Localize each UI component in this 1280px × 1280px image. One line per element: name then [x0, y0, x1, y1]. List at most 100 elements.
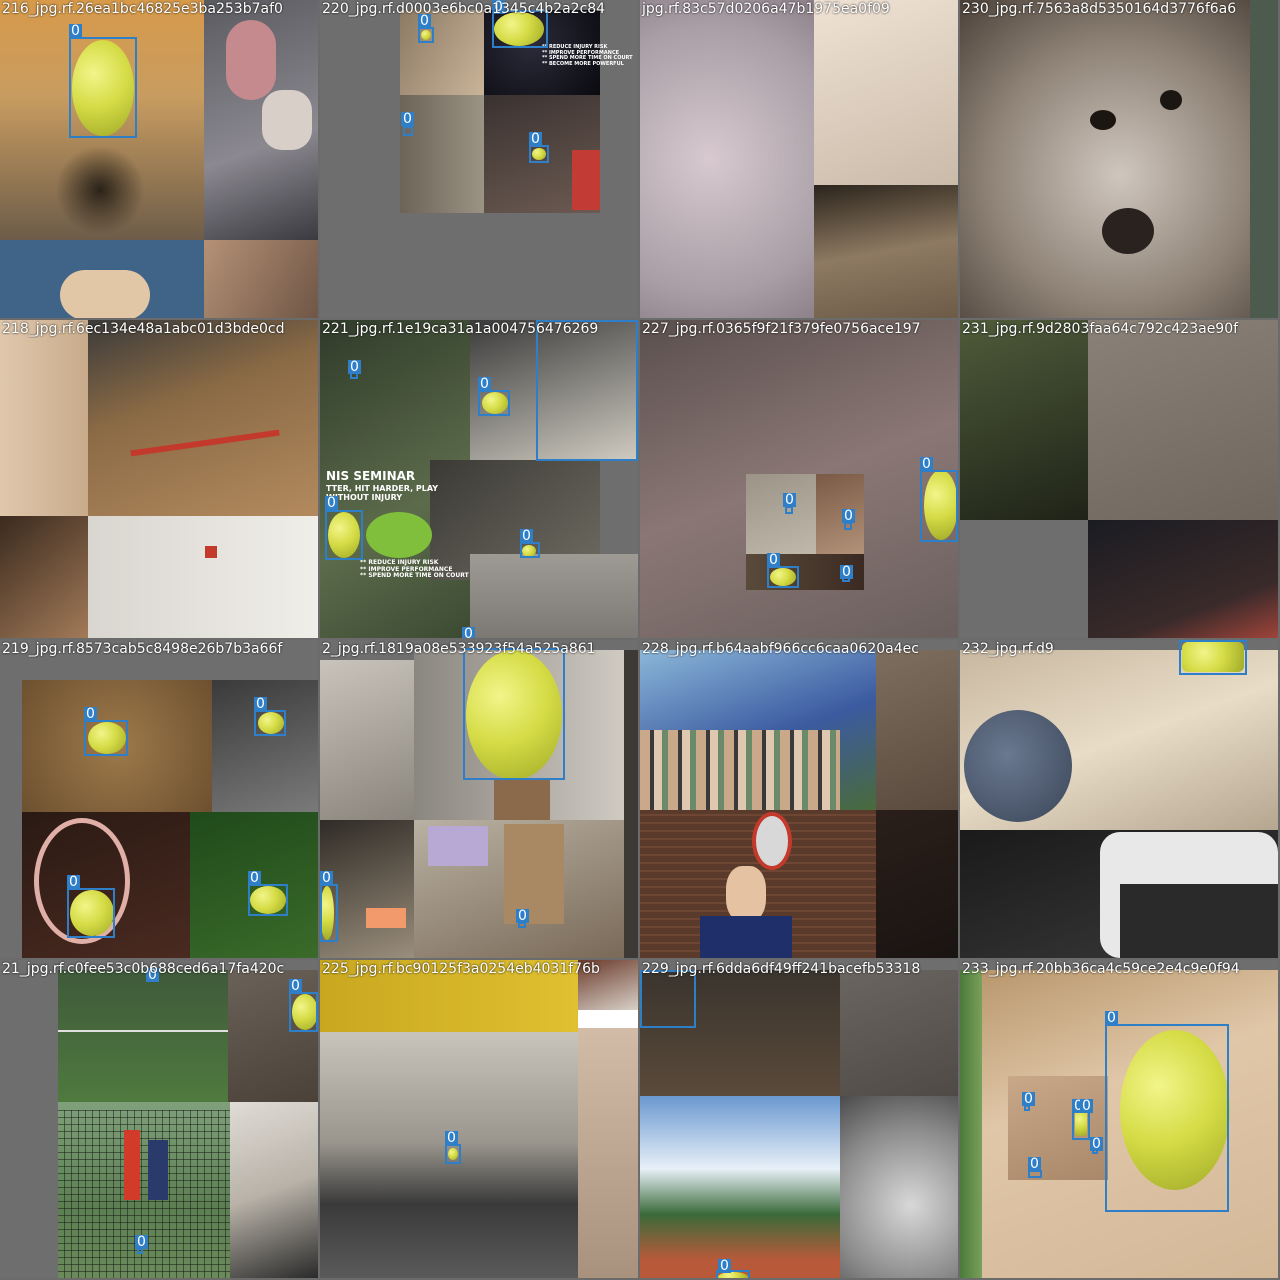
- detection-class-label: 0: [783, 492, 796, 508]
- photo-panel: [640, 0, 814, 318]
- detection-box: [69, 37, 137, 138]
- detection-box: [536, 320, 638, 461]
- mosaic-tile-220: ** REDUCE INJURY RISK ** IMPROVE PERFORM…: [320, 0, 638, 318]
- detection-box: [254, 710, 286, 736]
- red-box: [572, 150, 600, 210]
- detection-class-label: 0: [67, 874, 80, 890]
- image-filename: 227_jpg.rf.0365f9f21f379fe0756ace197: [642, 321, 921, 337]
- green-badge: [366, 512, 432, 558]
- image-filename: 221_jpg.rf.1e19ca31a1a004756476269: [322, 321, 599, 337]
- poster-text: ** REDUCE INJURY RISK ** IMPROVE PERFORM…: [360, 559, 469, 580]
- detection-box: [920, 470, 958, 542]
- image-filename: 230_jpg.rf.7563a8d5350164d3776f6a6: [962, 1, 1237, 17]
- image-filename: 231_jpg.rf.9d2803faa64c792c423ae90f: [962, 321, 1239, 337]
- detection-box: [248, 884, 288, 916]
- dog-eye: [1090, 110, 1116, 130]
- mosaic-tile-230: 230_jpg.rf.7563a8d5350164d3776f6a6: [960, 0, 1278, 318]
- photo-panel: [228, 970, 318, 1102]
- dog-eye: [1160, 90, 1182, 110]
- photo-panel: [1088, 320, 1278, 520]
- player: [148, 1140, 168, 1200]
- orange-sign: [366, 908, 406, 928]
- photo-panel: [814, 0, 958, 200]
- photo-panel: [204, 240, 318, 318]
- detection-box: [478, 390, 510, 416]
- red-stripe: [205, 546, 217, 558]
- poster-title: NIS SEMINAR: [326, 469, 416, 483]
- detection-box: [445, 1144, 461, 1164]
- detection-class-label: 0: [254, 696, 267, 712]
- image-filename: 229_jpg.rf.6dda6df49ff241bacefb53318: [642, 961, 921, 977]
- mosaic-tile-231: 231_jpg.rf.9d2803faa64c792c423ae90f: [960, 320, 1278, 638]
- detection-box: [320, 884, 338, 942]
- mosaic-tile-216: 0 216_jpg.rf.26ea1bc46825e3ba253b7af0: [0, 0, 318, 318]
- photo-panel: [470, 554, 638, 638]
- mosaic-tile-225: 0 225_jpg.rf.bc90125f3a0254eb4031f76b: [320, 960, 638, 1278]
- detection-class-label: 0: [478, 376, 491, 392]
- bulletin-board: [428, 826, 488, 866]
- detection-class-label: 0: [1028, 1156, 1041, 1172]
- detection-box: [289, 992, 318, 1032]
- image-filename: 225_jpg.rf.bc90125f3a0254eb4031f76b: [322, 961, 600, 977]
- photo-panel: [230, 1102, 318, 1278]
- detection-class-label: 0: [842, 508, 855, 524]
- photo-panel: [960, 0, 1250, 318]
- wooden-holder: [494, 780, 550, 820]
- racket: [752, 812, 792, 870]
- mosaic-tile-228: 228_jpg.rf.b64aabf966cc6caa0620a4ec: [640, 640, 958, 958]
- ball-shadow: [55, 145, 145, 235]
- player: [124, 1130, 140, 1200]
- photo-panel: [1088, 520, 1278, 638]
- detection-class-label: 0: [1022, 1091, 1035, 1107]
- detection-class-label: 0: [767, 552, 780, 568]
- detection-box: [1105, 1024, 1229, 1212]
- photo-panel: [640, 1096, 840, 1278]
- grass-edge: [960, 970, 982, 1278]
- detection-class-label: 0: [1090, 1136, 1103, 1152]
- white-object: [262, 90, 312, 150]
- photo-panel: [960, 320, 1088, 520]
- image-filename: 220_jpg.rf.d0003e6bc0a1345c4b2a2c84: [322, 1, 606, 17]
- mosaic-tile-227: 0 0 0 0 0 227_jpg.rf.0365f9f21f379fe0756…: [640, 320, 958, 638]
- mosaic-tile-229: 0 229_jpg.rf.6dda6df49ff241bacefb53318: [640, 960, 958, 1278]
- door: [504, 824, 564, 924]
- pink-object: [226, 20, 276, 100]
- image-filename: 21_jpg.rf.c0fee53c0b688ced6a17fa420c: [2, 961, 285, 977]
- photo-panel: [816, 474, 864, 554]
- detection-class-label: 0: [718, 1258, 731, 1274]
- image-filename: 218_jpg.rf.6ec134e48a1abc01d3bde0cd: [2, 321, 285, 337]
- photo-panel: [578, 1010, 638, 1028]
- photo-panel: [624, 650, 638, 958]
- photo-panel: [840, 970, 958, 1096]
- mosaic-grid: 0 216_jpg.rf.26ea1bc46825e3ba253b7af0 **…: [0, 0, 1280, 1280]
- photo-panel: [814, 185, 958, 318]
- detection-box: [520, 542, 540, 558]
- detection-class-label: 0: [1080, 1098, 1093, 1114]
- detection-box: [84, 720, 128, 756]
- detection-box: [640, 970, 696, 1028]
- mosaic-tile-232: 0 232_jpg.rf.d9: [960, 640, 1278, 958]
- mosaic-tile-83c57: jpg.rf.83c57d0206a47b1975ea0f09: [640, 0, 958, 318]
- player-shirt: [700, 916, 792, 958]
- detection-box: [418, 27, 434, 43]
- photo-panel: [320, 660, 414, 820]
- player-face: [726, 866, 766, 922]
- photo-panel: [1250, 0, 1278, 318]
- detection-class-label: 0: [248, 870, 261, 886]
- tennis-net: [58, 1110, 230, 1278]
- appliance-screen: [1120, 884, 1278, 958]
- photo-panel: [58, 970, 228, 1102]
- photo-panel: [746, 474, 816, 554]
- detection-class-label: 0: [840, 564, 853, 580]
- poster-subtitle: TTER, HIT HARDER, PLAY WITHOUT INJURY: [326, 484, 439, 502]
- detection-class-label: 0: [401, 111, 414, 127]
- detection-class-label: 0: [516, 908, 529, 924]
- photo-panel: [876, 810, 958, 958]
- detection-class-label: 0: [84, 706, 97, 722]
- detection-class-label: 0: [289, 978, 302, 994]
- detection-class-label: 0: [445, 1130, 458, 1146]
- detection-class-label: 0: [520, 528, 533, 544]
- photo-panel: [400, 10, 484, 95]
- mosaic-tile-233: 0 0 0 0 0 0 233_jpg.rf.20bb36ca4c59ce2e4…: [960, 960, 1278, 1278]
- detection-class-label: 0: [462, 627, 475, 638]
